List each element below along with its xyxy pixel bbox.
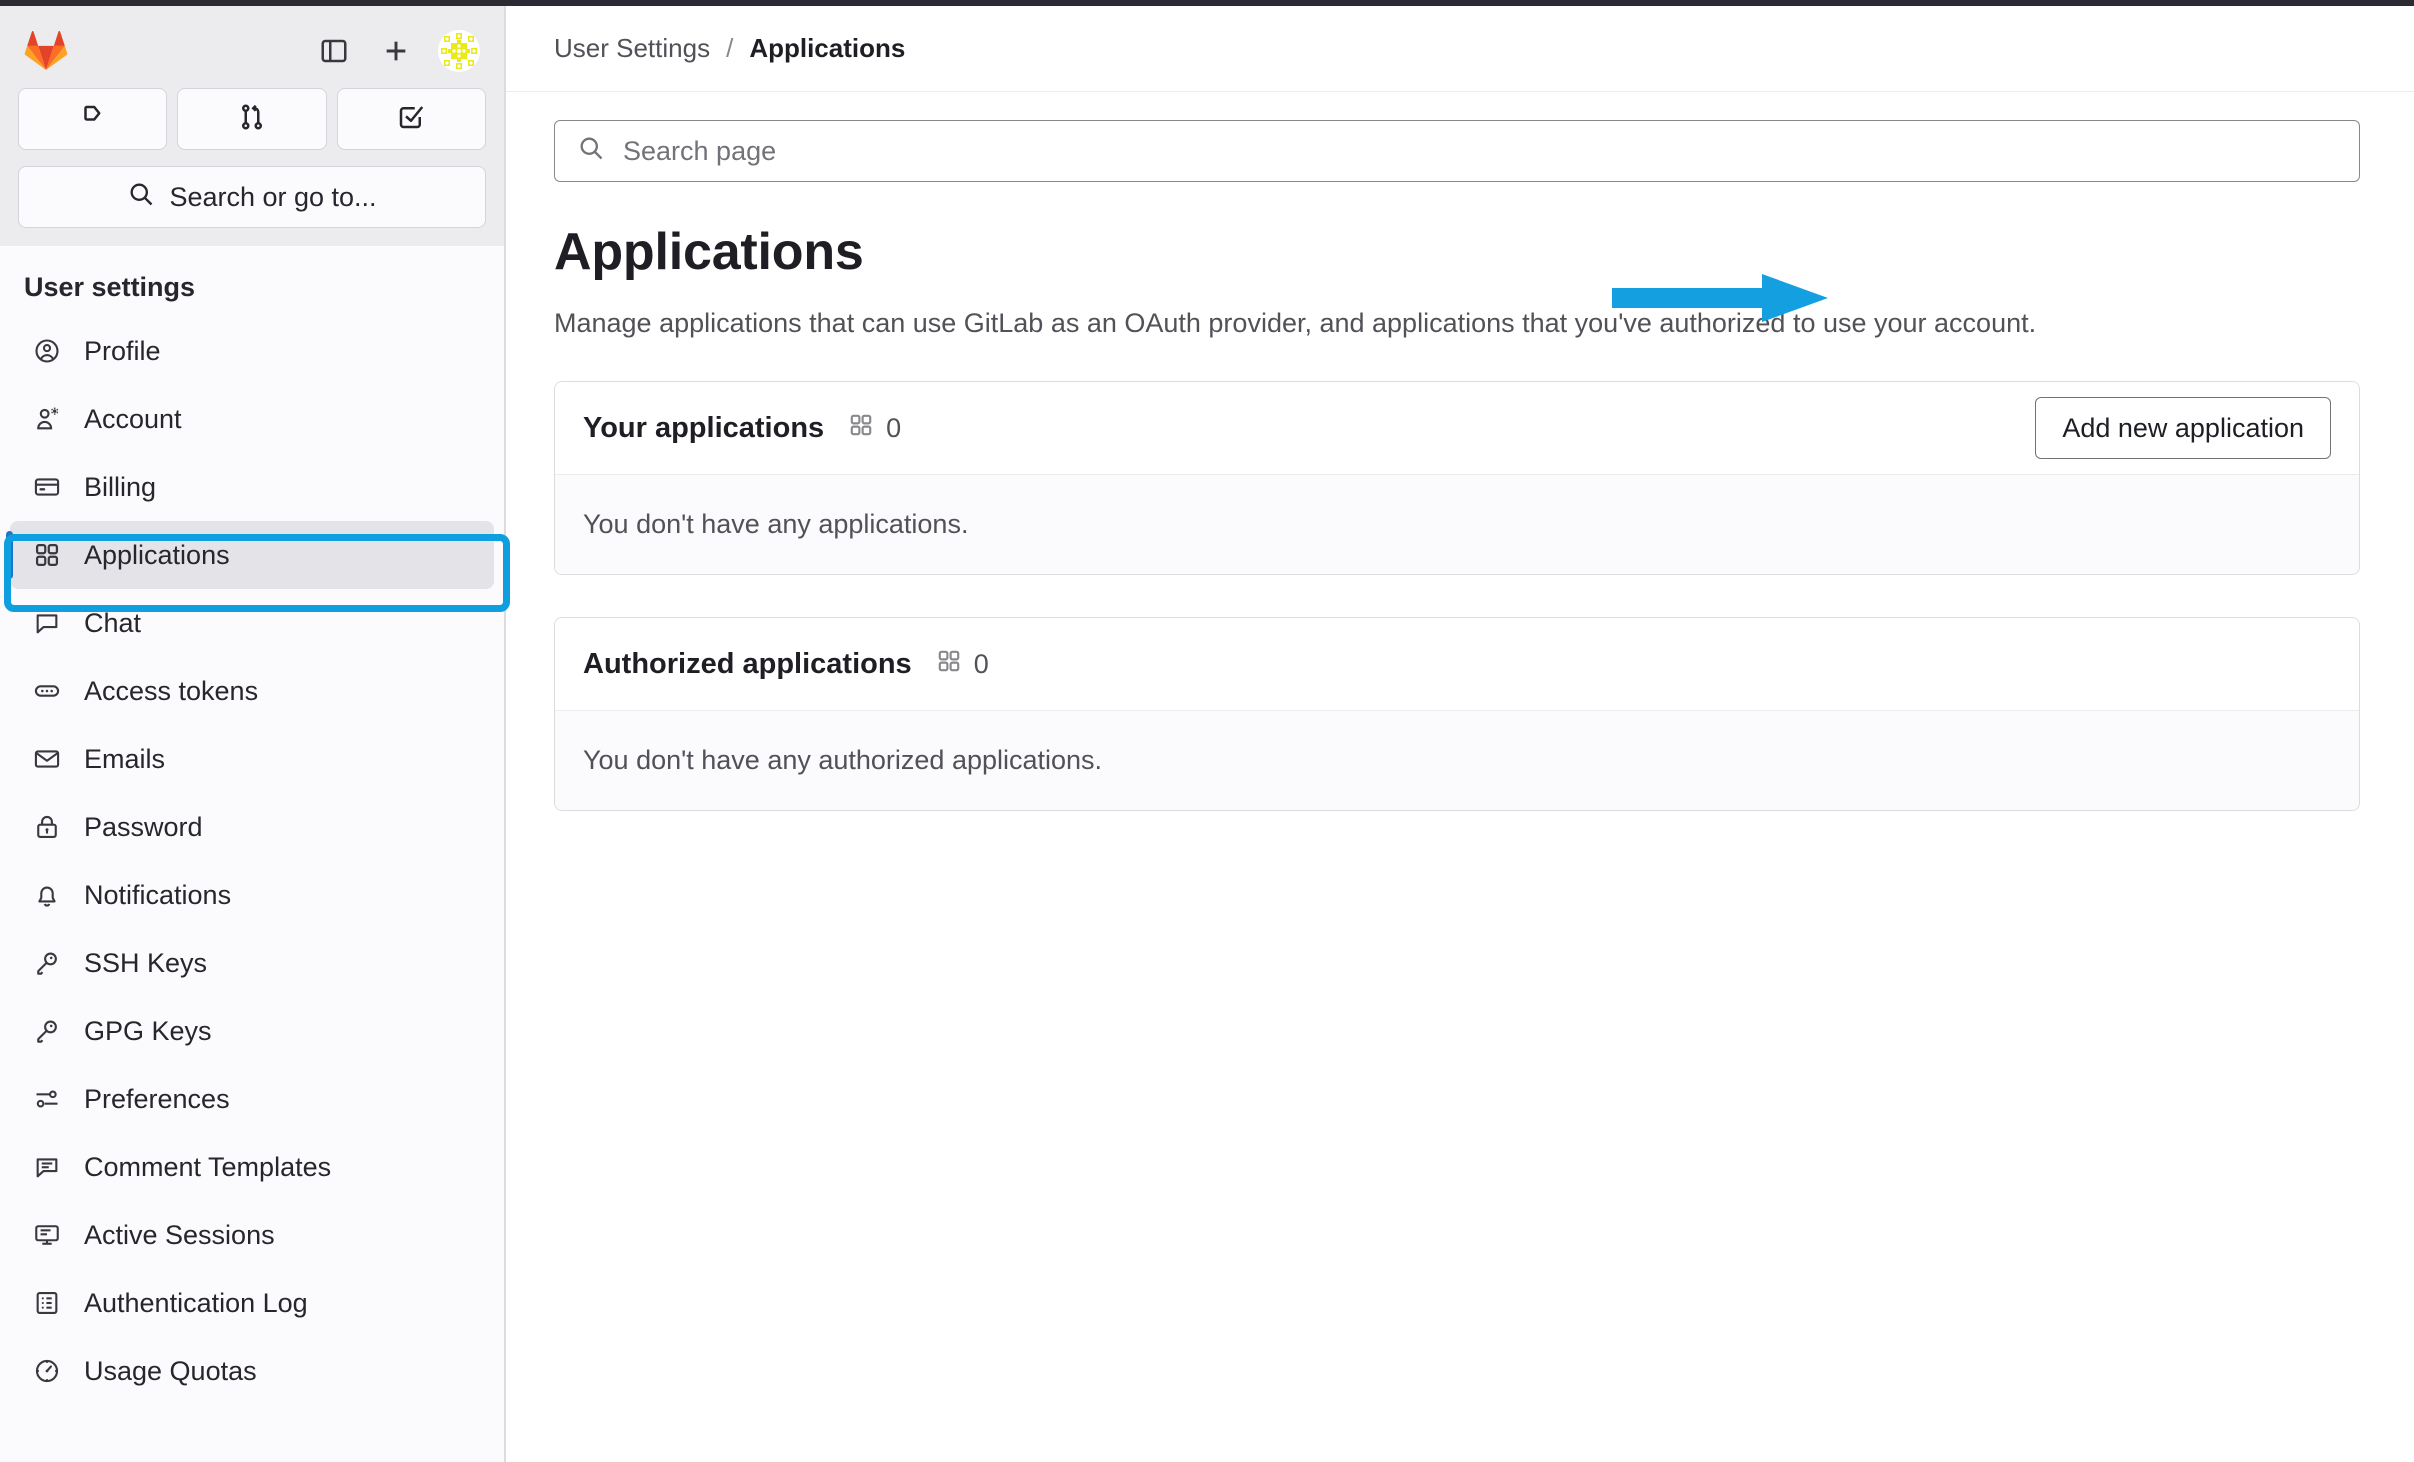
sidebar-item-applications[interactable]: Applications xyxy=(6,521,494,589)
sidebar-item-preferences[interactable]: Preferences xyxy=(10,1065,494,1133)
status-badge: 0 xyxy=(848,412,901,445)
merge-requests-icon xyxy=(237,102,267,137)
search-placeholder: Search or go to... xyxy=(169,181,377,212)
monitor-icon xyxy=(32,1220,62,1250)
sidebar-item-label: Account xyxy=(84,403,182,434)
sidebar-item-label: Chat xyxy=(84,607,142,638)
token-icon xyxy=(32,676,62,706)
sidebar-quick-actions xyxy=(18,88,486,150)
sidebar-item-usage-quotas[interactable]: Usage Quotas xyxy=(10,1337,494,1405)
page-description: Manage applications that can use GitLab … xyxy=(554,308,2037,338)
applications-grid-icon xyxy=(32,540,62,570)
user-gear-icon xyxy=(32,404,62,434)
sidebar-item-active-sessions[interactable]: Active Sessions xyxy=(10,1201,494,1269)
plus-icon[interactable] xyxy=(376,31,416,71)
lock-icon xyxy=(32,812,62,842)
sidebar-header-actions xyxy=(314,30,486,72)
sidebar-item-label: Notifications xyxy=(84,879,232,910)
card-title: Your applications xyxy=(583,411,825,444)
sidebar-body: User settings Profile Account Billing Ap… xyxy=(0,246,504,1405)
main-content: User Settings / Applications Application… xyxy=(506,0,2414,1462)
todo-done-icon xyxy=(396,102,426,137)
card-title: Authorized applications xyxy=(583,647,912,680)
sliders-icon xyxy=(32,1084,62,1114)
breadcrumb-current: Applications xyxy=(749,33,906,63)
sidebar-item-emails[interactable]: Emails xyxy=(10,725,494,793)
issues-button[interactable] xyxy=(18,88,168,150)
sidebar-item-label: GPG Keys xyxy=(84,1015,212,1046)
credit-card-icon xyxy=(32,472,62,502)
breadcrumb-parent[interactable]: User Settings xyxy=(554,33,710,64)
applications-grid-icon xyxy=(936,648,962,681)
page-search[interactable] xyxy=(554,120,2360,182)
sidebar-header: Search or go to... xyxy=(0,6,504,246)
sidebar-item-profile[interactable]: Profile xyxy=(10,317,494,385)
sidebar-item-label: Preferences xyxy=(84,1083,230,1114)
applications-grid-icon xyxy=(848,412,874,445)
breadcrumb-separator: / xyxy=(726,33,734,63)
key-icon xyxy=(32,948,62,978)
sidebar-section-title: User settings xyxy=(24,272,196,302)
sidebar-item-account[interactable]: Account xyxy=(10,385,494,453)
sidebar-item-ssh-keys[interactable]: SSH Keys xyxy=(10,929,494,997)
sidebar-item-authentication-log[interactable]: Authentication Log xyxy=(10,1269,494,1337)
sidebar-item-chat[interactable]: Chat xyxy=(10,589,494,657)
sidebar-item-access-tokens[interactable]: Access tokens xyxy=(10,657,494,725)
your-applications-card: Your applications 0 Add new application … xyxy=(554,381,2360,575)
card-header-actions: Add new application xyxy=(2035,397,2331,459)
sidebar-item-label: Access tokens xyxy=(84,675,259,706)
search-icon xyxy=(127,180,155,215)
bell-icon xyxy=(32,880,62,910)
user-circle-icon xyxy=(32,336,62,366)
card-header: Authorized applications 0 xyxy=(555,618,2359,710)
quota-gauge-icon xyxy=(32,1356,62,1386)
todo-button[interactable] xyxy=(336,88,486,150)
badge-count: 0 xyxy=(973,648,989,679)
sidebar-item-label: Authentication Log xyxy=(84,1287,308,1318)
window-top-edge xyxy=(0,0,2414,6)
sidebar-item-label: Billing xyxy=(84,471,157,502)
status-badge: 0 xyxy=(936,648,989,681)
search-icon xyxy=(577,134,605,169)
breadcrumb: User Settings / Applications xyxy=(506,6,2414,92)
badge-count: 0 xyxy=(886,412,902,443)
sidebar-item-comment-templates[interactable]: Comment Templates xyxy=(10,1133,494,1201)
comment-lines-icon xyxy=(32,1152,62,1182)
issues-icon xyxy=(78,102,108,137)
add-new-application-button[interactable]: Add new application xyxy=(2035,397,2331,459)
sidebar-item-label: Applications xyxy=(84,539,230,570)
search-input[interactable]: Search or go to... xyxy=(18,166,486,228)
avatar[interactable] xyxy=(438,30,480,72)
sidebar-item-label: Active Sessions xyxy=(84,1219,275,1250)
sidebar-nav-list: Profile Account Billing Applications Cha… xyxy=(0,317,504,1405)
sidebar-item-notifications[interactable]: Notifications xyxy=(10,861,494,929)
gitlab-user-settings-page: Search or go to... User settings Profile xyxy=(0,0,2414,1462)
card-header: Your applications 0 Add new application xyxy=(555,382,2359,474)
sidebar-item-label: SSH Keys xyxy=(84,947,208,978)
sidebar-item-label: Password xyxy=(84,811,203,842)
page-title: Applications xyxy=(554,223,864,281)
key-icon xyxy=(32,1016,62,1046)
sidebar-item-billing[interactable]: Billing xyxy=(10,453,494,521)
sidebar-item-label: Profile xyxy=(84,335,161,366)
sidebar-item-label: Usage Quotas xyxy=(84,1355,257,1386)
empty-state-text: You don't have any authorized applicatio… xyxy=(555,710,2359,810)
empty-state-text: You don't have any applications. xyxy=(555,474,2359,574)
list-grid-icon xyxy=(32,1288,62,1318)
sidebar-toggle-icon[interactable] xyxy=(314,31,354,71)
authorized-applications-card: Authorized applications 0 You don't have… xyxy=(554,617,2360,811)
search-input[interactable] xyxy=(621,121,2337,181)
gitlab-tanuki-logo[interactable] xyxy=(24,29,68,73)
sidebar-item-password[interactable]: Password xyxy=(10,793,494,861)
sidebar-item-label: Emails xyxy=(84,743,166,774)
sidebar-item-gpg-keys[interactable]: GPG Keys xyxy=(10,997,494,1065)
primary-sidebar: Search or go to... User settings Profile xyxy=(0,0,510,1462)
envelope-icon xyxy=(32,744,62,774)
sidebar-item-label: Comment Templates xyxy=(84,1151,332,1182)
comment-icon xyxy=(32,608,62,638)
merge-requests-button[interactable] xyxy=(177,88,327,150)
